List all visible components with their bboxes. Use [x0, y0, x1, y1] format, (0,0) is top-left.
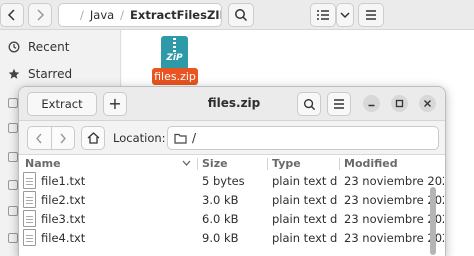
- sidebar-item-recent[interactable]: Recent: [8, 40, 69, 54]
- sidebar-item-starred[interactable]: Starred: [8, 67, 72, 81]
- file-size: 6.0 kB: [202, 212, 239, 226]
- close-icon: [424, 100, 431, 107]
- folder-icon: [174, 133, 187, 144]
- text-file-icon: [23, 229, 36, 246]
- vertical-scrollbar[interactable]: [430, 187, 436, 255]
- search-icon: [303, 98, 315, 110]
- file-name: file2.txt: [41, 193, 86, 207]
- window-title: files.zip: [207, 96, 261, 110]
- view-options-button[interactable]: [336, 3, 354, 27]
- file-type: plain text d…: [272, 193, 338, 207]
- file-size: 9.0 kB: [202, 231, 239, 245]
- location-value: /: [192, 131, 197, 145]
- sidebar-item-icon[interactable]: [8, 98, 18, 108]
- column-header-modified[interactable]: Modified: [344, 157, 398, 170]
- search-icon: [235, 9, 248, 22]
- zip-icon-text: ZiP: [166, 53, 183, 63]
- column-header-size[interactable]: Size: [202, 157, 228, 170]
- zip-archive-icon[interactable]: ZiP: [161, 36, 188, 70]
- file-name: file4.txt: [41, 231, 86, 245]
- file-type: plain text d…: [272, 174, 338, 188]
- chevron-right-icon: [37, 9, 45, 21]
- path-bar[interactable]: / Java / ExtractFilesZIP: [58, 3, 222, 27]
- file-size: 5 bytes: [202, 174, 245, 188]
- star-icon: [8, 68, 20, 79]
- history-nav: [27, 126, 75, 150]
- back-button[interactable]: [0, 3, 24, 27]
- file-name: file1.txt: [41, 174, 86, 188]
- add-files-button[interactable]: +: [103, 92, 127, 116]
- file-list: file1.txt 5 bytes plain text d… 23 novie…: [19, 171, 445, 247]
- sidebar-item-icon[interactable]: [8, 206, 18, 216]
- table-row[interactable]: file2.txt 3.0 kB plain text d… 23 noviem…: [19, 190, 445, 209]
- archive-manager-window: Extract + files.zip Location: / Name Siz…: [18, 86, 446, 256]
- file-modified: 23 noviembre 2022…: [344, 174, 444, 188]
- location-label: Location:: [113, 131, 166, 145]
- sidebar-item-icon[interactable]: [8, 123, 18, 133]
- sidebar-item-icon[interactable]: [8, 180, 18, 190]
- minimize-icon: [368, 104, 375, 107]
- extract-button[interactable]: Extract: [27, 92, 97, 116]
- column-header-name[interactable]: Name: [25, 157, 61, 170]
- file-size: 3.0 kB: [202, 193, 239, 207]
- file-modified: 23 noviembre 2022…: [344, 231, 444, 245]
- forward-button[interactable]: [52, 127, 75, 149]
- minimize-button[interactable]: [363, 95, 380, 112]
- text-file-icon: [23, 191, 36, 208]
- table-row[interactable]: file1.txt 5 bytes plain text d… 23 novie…: [19, 171, 445, 190]
- text-file-icon: [23, 210, 36, 227]
- column-headers: Name Size Type Modified: [19, 155, 445, 171]
- chevron-down-icon: [340, 12, 350, 19]
- sidebar-item-icon[interactable]: [8, 152, 18, 162]
- text-file-icon: [23, 172, 36, 189]
- file-name: file3.txt: [41, 212, 86, 226]
- view-list-button[interactable]: [310, 3, 336, 27]
- chevron-left-icon: [36, 133, 42, 143]
- archive-headerbar: Extract + files.zip: [19, 87, 445, 121]
- location-field[interactable]: /: [167, 126, 439, 150]
- sort-descending-icon[interactable]: [182, 160, 191, 166]
- file-type: plain text d…: [272, 231, 338, 245]
- home-icon: [87, 132, 99, 144]
- close-button[interactable]: [419, 95, 436, 112]
- clock-icon: [8, 41, 20, 53]
- path-segment-java[interactable]: Java: [90, 8, 114, 22]
- sidebar-item-label: Starred: [28, 67, 73, 81]
- maximize-icon: [395, 99, 404, 108]
- list-view-icon: [317, 10, 329, 20]
- table-row[interactable]: file4.txt 9.0 kB plain text d… 23 noviem…: [19, 228, 445, 247]
- path-segment-current[interactable]: ExtractFilesZIP: [130, 8, 221, 22]
- file-type: plain text d…: [272, 212, 338, 226]
- location-toolbar: Location: /: [19, 121, 445, 155]
- forward-button[interactable]: [28, 3, 52, 27]
- file-modified: 23 noviembre 2022…: [344, 212, 444, 226]
- search-button[interactable]: [297, 92, 321, 116]
- main-menu-button[interactable]: [358, 3, 384, 27]
- file-label-files-zip[interactable]: files.zip: [152, 68, 198, 85]
- hamburger-menu-icon: [366, 10, 376, 20]
- search-button[interactable]: [228, 3, 254, 27]
- chevron-left-icon: [7, 9, 15, 21]
- column-header-type[interactable]: Type: [272, 157, 301, 170]
- sidebar-item-icon[interactable]: [8, 233, 18, 243]
- sidebar-item-label: Recent: [28, 40, 70, 54]
- home-button[interactable]: [81, 126, 105, 150]
- main-menu-button[interactable]: [327, 92, 351, 116]
- back-button[interactable]: [28, 127, 52, 149]
- maximize-button[interactable]: [391, 95, 408, 112]
- table-row[interactable]: file3.txt 6.0 kB plain text d… 23 noviem…: [19, 209, 445, 228]
- hamburger-menu-icon: [334, 99, 344, 109]
- file-modified: 23 noviembre 2022…: [344, 193, 444, 207]
- chevron-right-icon: [60, 133, 66, 143]
- files-headerbar: / Java / ExtractFilesZIP: [0, 0, 474, 30]
